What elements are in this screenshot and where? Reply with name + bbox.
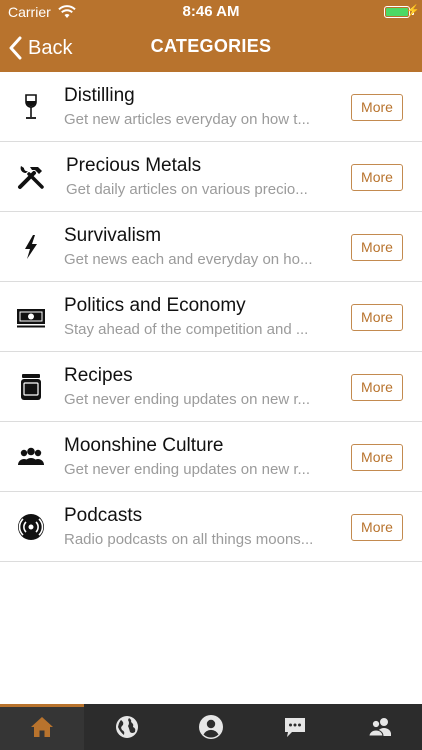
status-bar: Carrier 8:46 AM ⚡ xyxy=(0,0,422,24)
tab-community[interactable] xyxy=(338,704,422,750)
category-title: Survivalism xyxy=(64,225,162,246)
category-title: Politics and Economy xyxy=(64,295,246,316)
category-subtitle: Get never ending updates on new r... xyxy=(64,461,310,478)
more-button[interactable]: More xyxy=(351,304,403,331)
tab-globe[interactable] xyxy=(84,704,168,750)
users-icon xyxy=(368,718,391,737)
user-icon xyxy=(198,715,223,739)
more-button[interactable]: More xyxy=(351,164,403,191)
category-title: Recipes xyxy=(64,365,133,386)
category-title: Distilling xyxy=(64,85,135,106)
tab-profile[interactable] xyxy=(169,704,253,750)
more-button[interactable]: More xyxy=(351,444,403,471)
list-item[interactable]: Survivalism Get news each and everyday o… xyxy=(0,212,422,282)
charging-bolt-icon: ⚡ xyxy=(406,5,420,17)
more-button[interactable]: More xyxy=(351,374,403,401)
category-subtitle: Get never ending updates on new r... xyxy=(64,391,310,408)
wine-glass-icon xyxy=(25,94,37,119)
category-subtitle: Radio podcasts on all things moons... xyxy=(64,531,314,548)
category-subtitle: Get daily articles on various precio... xyxy=(66,181,308,198)
list-item[interactable]: Distilling Get new articles everyday on … xyxy=(0,72,422,142)
globe-icon xyxy=(115,716,138,738)
group-icon xyxy=(18,447,44,465)
category-list: Distilling Get new articles everyday on … xyxy=(0,72,422,562)
home-icon xyxy=(31,717,54,737)
tab-home[interactable] xyxy=(0,704,85,750)
category-subtitle: Get news each and everyday on ho... xyxy=(64,251,313,268)
page-title: CATEGORIES xyxy=(150,36,272,56)
category-subtitle: Stay ahead of the competition and ... xyxy=(64,321,309,338)
chat-icon xyxy=(285,718,306,737)
category-title: Precious Metals xyxy=(66,155,202,176)
list-item[interactable]: Recipes Get never ending updates on new … xyxy=(0,352,422,422)
screen: Carrier 8:46 AM ⚡ Back CATEGORIES Distil… xyxy=(0,0,422,750)
more-button[interactable]: More xyxy=(351,514,403,541)
list-item[interactable]: Podcasts Radio podcasts on all things mo… xyxy=(0,492,422,562)
broadcast-icon xyxy=(18,514,44,540)
more-button[interactable]: More xyxy=(351,234,403,261)
category-title: Podcasts xyxy=(64,505,143,526)
category-title: Moonshine Culture xyxy=(64,435,224,456)
jar-icon xyxy=(21,374,41,400)
header: Carrier 8:46 AM ⚡ Back CATEGORIES xyxy=(0,0,422,72)
money-icon xyxy=(17,309,45,328)
nav-bar: Back CATEGORIES xyxy=(0,24,422,72)
more-button[interactable]: More xyxy=(351,94,403,121)
tab-messages[interactable] xyxy=(253,704,337,750)
list-item[interactable]: Moonshine Culture Get never ending updat… xyxy=(0,422,422,492)
lightning-icon xyxy=(25,235,37,259)
category-subtitle: Get new articles everyday on how t... xyxy=(64,111,310,128)
status-time: 8:46 AM xyxy=(182,3,240,20)
tools-icon xyxy=(18,166,44,189)
list-item[interactable]: Precious Metals Get daily articles on va… xyxy=(0,142,422,212)
tab-bar xyxy=(0,704,422,750)
list-item[interactable]: Politics and Economy Stay ahead of the c… xyxy=(0,282,422,352)
